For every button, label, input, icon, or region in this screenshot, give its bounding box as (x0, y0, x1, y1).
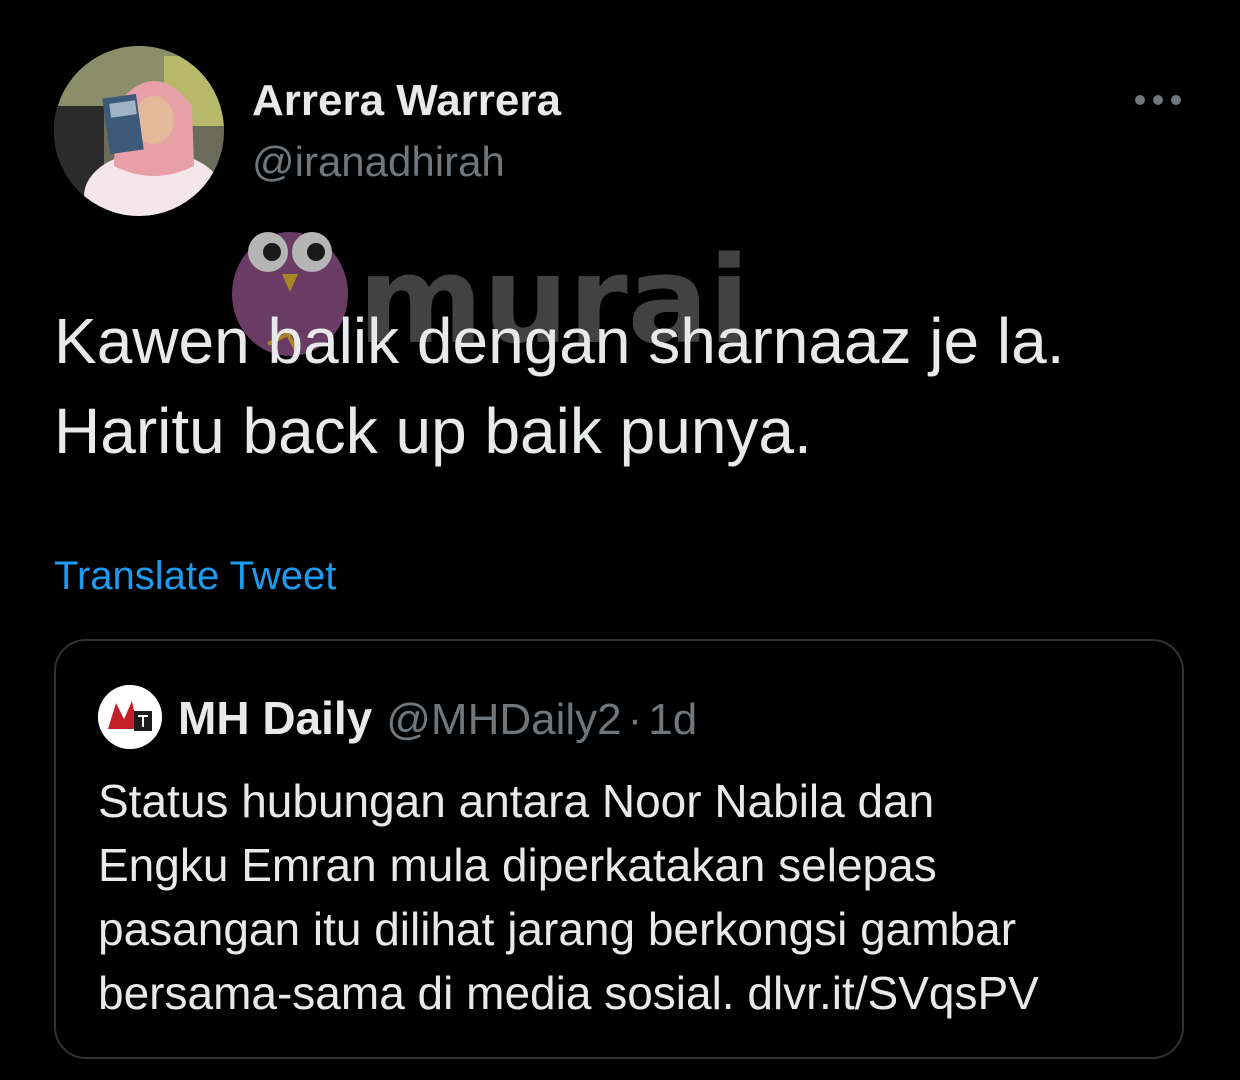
quote-timestamp[interactable]: 1d (648, 695, 697, 744)
quote-text-line: pasangan itu dilihat jarang berkongsi ga… (98, 903, 1017, 955)
quote-header: MH Daily @MHDaily2 · 1d (178, 689, 697, 749)
more-options-button[interactable] (1128, 82, 1188, 118)
mh-daily-logo-icon (98, 685, 162, 749)
translate-tweet-link[interactable]: Translate Tweet (54, 554, 336, 599)
tweet-text: Kawen balik dengan sharnaaz je la. Harit… (54, 296, 1184, 476)
quote-text: Status hubungan antara Noor Nabila dan E… (98, 769, 1158, 1025)
quote-text-line: Engku Emran mula diperkatakan selepas (98, 839, 937, 891)
author-avatar[interactable] (54, 46, 224, 216)
tweet-text-line: Kawen balik dengan sharnaaz je la. (54, 305, 1065, 377)
tweet-container: Arrera Warrera @iranadhirah murai Kawen … (0, 0, 1240, 1080)
quote-text-line: Status hubungan antara Noor Nabila dan (98, 775, 935, 827)
quote-author-handle[interactable]: @MHDaily2 (386, 695, 621, 744)
tweet-text-line: Haritu back up baik punya. (54, 395, 812, 467)
author-name[interactable]: Arrera Warrera (252, 76, 561, 126)
quote-separator: · (627, 695, 643, 744)
quote-author-name[interactable]: MH Daily (178, 692, 372, 744)
more-dots-icon (1135, 95, 1181, 105)
avatar-photo-icon (54, 46, 224, 216)
quoted-tweet-card[interactable]: MH Daily @MHDaily2 · 1d Status hubungan ant… (54, 639, 1184, 1059)
author-handle[interactable]: @iranadhirah (252, 138, 505, 186)
quote-author-avatar[interactable] (98, 685, 162, 749)
quote-text-line: bersama-sama di media sosial. dlvr.it/SV… (98, 967, 1039, 1019)
